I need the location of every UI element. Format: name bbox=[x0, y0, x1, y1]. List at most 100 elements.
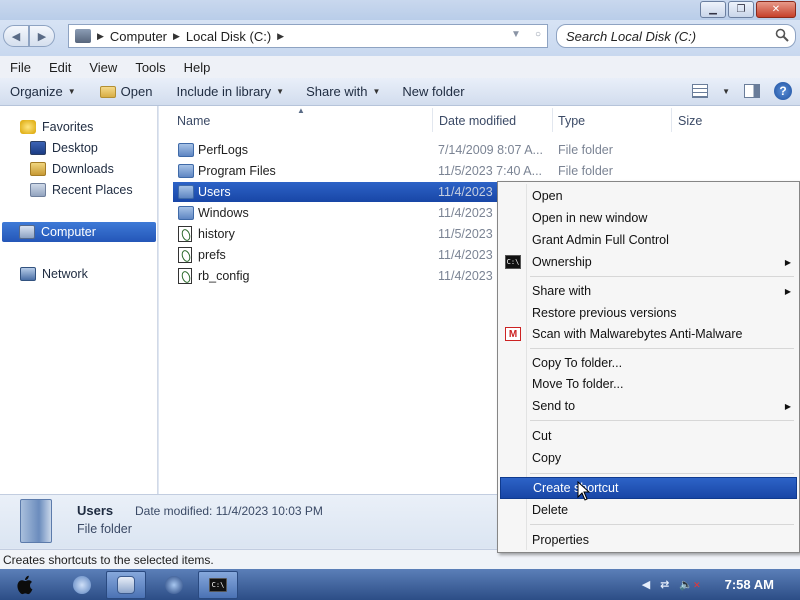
refresh-icon[interactable]: ○ bbox=[535, 29, 541, 40]
back-button[interactable]: ◀ bbox=[3, 25, 29, 47]
taskbar-search-button[interactable] bbox=[154, 572, 194, 598]
share-with-button[interactable]: Share with ▼ bbox=[297, 78, 389, 106]
clock[interactable]: 7:58 AM bbox=[725, 577, 774, 592]
share-label: Share with bbox=[306, 84, 368, 99]
menu-item-restore-previous[interactable]: Restore previous versions bbox=[500, 302, 797, 324]
menu-item-properties[interactable]: Properties bbox=[500, 529, 797, 551]
file-type: File folder bbox=[558, 143, 613, 157]
menu-item-open[interactable]: Open bbox=[500, 185, 797, 207]
file-name: Users bbox=[198, 185, 231, 199]
column-date-modified[interactable]: Date modified bbox=[439, 114, 516, 128]
forward-arrow-icon: ▶ bbox=[37, 30, 47, 43]
file-type: File folder bbox=[558, 164, 613, 178]
back-arrow-icon: ◀ bbox=[11, 30, 21, 43]
file-row-program-files[interactable]: Program Files 11/5/2023 7:40 A... File f… bbox=[173, 161, 659, 181]
breadcrumb-separator-icon[interactable]: ▶ bbox=[277, 31, 284, 42]
breadcrumb-computer[interactable]: Computer bbox=[110, 29, 167, 44]
menu-item-label: Copy To folder... bbox=[532, 356, 623, 370]
column-divider[interactable] bbox=[552, 108, 553, 132]
details-name: Users bbox=[77, 503, 114, 518]
menu-edit[interactable]: Edit bbox=[49, 60, 71, 75]
menu-item-copy-to-folder[interactable]: Copy To folder... bbox=[500, 352, 797, 374]
network-status-icon[interactable]: ⇄ bbox=[660, 578, 669, 591]
menu-item-label: Open bbox=[532, 189, 563, 203]
menu-separator bbox=[530, 473, 794, 474]
file-date: 11/4/2023 bbox=[438, 248, 493, 262]
help-icon[interactable]: ? bbox=[774, 82, 792, 100]
start-button[interactable] bbox=[6, 572, 46, 598]
menu-item-open-new-window[interactable]: Open in new window bbox=[500, 207, 797, 229]
address-dropdown-icon[interactable]: ▼ bbox=[511, 29, 521, 40]
menu-item-share-with[interactable]: Share with ▶ bbox=[500, 280, 797, 302]
nav-network-label: Network bbox=[42, 267, 88, 281]
system-tray: ◀ ⇄ 🔈✕ 7:58 AM bbox=[642, 569, 800, 600]
breadcrumb-separator-icon[interactable]: ▶ bbox=[97, 31, 104, 42]
nav-network[interactable]: Network bbox=[16, 264, 88, 284]
menu-item-cut[interactable]: Cut bbox=[500, 425, 797, 447]
file-name: prefs bbox=[198, 248, 226, 262]
menu-item-malwarebytes[interactable]: M Scan with Malwarebytes Anti-Malware bbox=[500, 323, 797, 345]
search-input[interactable]: Search Local Disk (C:) bbox=[556, 24, 796, 48]
menu-item-copy[interactable]: Copy bbox=[500, 447, 797, 469]
new-folder-button[interactable]: New folder bbox=[393, 78, 473, 106]
maximize-icon: ❐ bbox=[736, 4, 746, 15]
minimize-button[interactable]: ▁ bbox=[700, 1, 726, 18]
breadcrumb-local-disk[interactable]: Local Disk (C:) bbox=[186, 29, 271, 44]
folder-icon bbox=[178, 206, 194, 220]
menu-item-move-to-folder[interactable]: Move To folder... bbox=[500, 373, 797, 395]
menu-item-label: Delete bbox=[532, 503, 569, 517]
view-controls: ▼ ? bbox=[692, 82, 792, 100]
nav-computer[interactable]: Computer bbox=[2, 222, 156, 242]
file-row-perflogs[interactable]: PerfLogs 7/14/2009 8:07 A... File folder bbox=[173, 140, 659, 160]
menu-tools[interactable]: Tools bbox=[135, 60, 165, 75]
include-in-library-button[interactable]: Include in library ▼ bbox=[167, 78, 293, 106]
recent-places-icon bbox=[30, 183, 46, 197]
volume-muted-icon[interactable]: 🔈✕ bbox=[679, 578, 700, 591]
menu-item-create-shortcut[interactable]: Create shortcut bbox=[500, 477, 797, 499]
close-button[interactable]: ✕ bbox=[756, 1, 796, 18]
menu-item-grant-admin[interactable]: Grant Admin Full Control bbox=[500, 229, 797, 251]
search-icon[interactable] bbox=[775, 28, 789, 42]
column-size[interactable]: Size bbox=[678, 114, 702, 128]
nav-favorites[interactable]: Favorites bbox=[16, 117, 93, 137]
menu-item-label: Properties bbox=[532, 533, 589, 547]
nav-desktop[interactable]: Desktop bbox=[26, 138, 98, 158]
downloads-icon bbox=[30, 162, 46, 176]
change-view-icon[interactable] bbox=[692, 84, 709, 98]
preview-pane-icon[interactable] bbox=[744, 84, 760, 98]
taskbar-explorer-button[interactable] bbox=[106, 571, 146, 599]
menu-help[interactable]: Help bbox=[184, 60, 211, 75]
forward-button[interactable]: ▶ bbox=[29, 25, 55, 47]
menu-item-ownership[interactable]: C:\ Ownership ▶ bbox=[500, 251, 797, 273]
nav-downloads[interactable]: Downloads bbox=[26, 159, 114, 179]
maximize-button[interactable]: ❐ bbox=[728, 1, 754, 18]
taskbar-cmd-button[interactable]: C:\ bbox=[198, 571, 238, 599]
file-date: 11/4/2023 bbox=[438, 206, 493, 220]
column-divider[interactable] bbox=[432, 108, 433, 132]
menu-item-send-to[interactable]: Send to ▶ bbox=[500, 395, 797, 417]
file-date: 11/4/2023 bbox=[438, 269, 493, 283]
column-type[interactable]: Type bbox=[558, 114, 585, 128]
sort-ascending-icon: ▲ bbox=[297, 106, 305, 115]
context-menu: Open Open in new window Grant Admin Full… bbox=[497, 181, 800, 553]
breadcrumb-separator-icon[interactable]: ▶ bbox=[173, 31, 180, 42]
nav-recent-places[interactable]: Recent Places bbox=[26, 180, 133, 200]
menu-view[interactable]: View bbox=[89, 60, 117, 75]
taskbar-browser-button[interactable] bbox=[62, 572, 102, 598]
menu-item-label: Open in new window bbox=[532, 211, 648, 225]
column-divider[interactable] bbox=[671, 108, 672, 132]
open-button[interactable]: Open bbox=[91, 78, 162, 106]
menu-item-delete[interactable]: Delete bbox=[500, 499, 797, 521]
address-bar-controls: ▼ ○ bbox=[511, 29, 541, 40]
chevron-down-icon: ▼ bbox=[276, 87, 285, 96]
folder-icon bbox=[178, 143, 194, 157]
show-hidden-icons-icon[interactable]: ◀ bbox=[642, 578, 650, 591]
address-bar[interactable]: ▶ Computer ▶ Local Disk (C:) ▶ ▼ ○ bbox=[68, 24, 548, 48]
chevron-down-icon[interactable]: ▼ bbox=[722, 87, 730, 96]
mouse-cursor-icon bbox=[577, 481, 591, 501]
file-date: 11/4/2023 bbox=[438, 185, 493, 199]
column-name[interactable]: Name bbox=[177, 114, 210, 128]
menu-file[interactable]: File bbox=[10, 60, 31, 75]
organize-button[interactable]: Organize ▼ bbox=[0, 78, 85, 106]
file-name: rb_config bbox=[198, 269, 250, 283]
